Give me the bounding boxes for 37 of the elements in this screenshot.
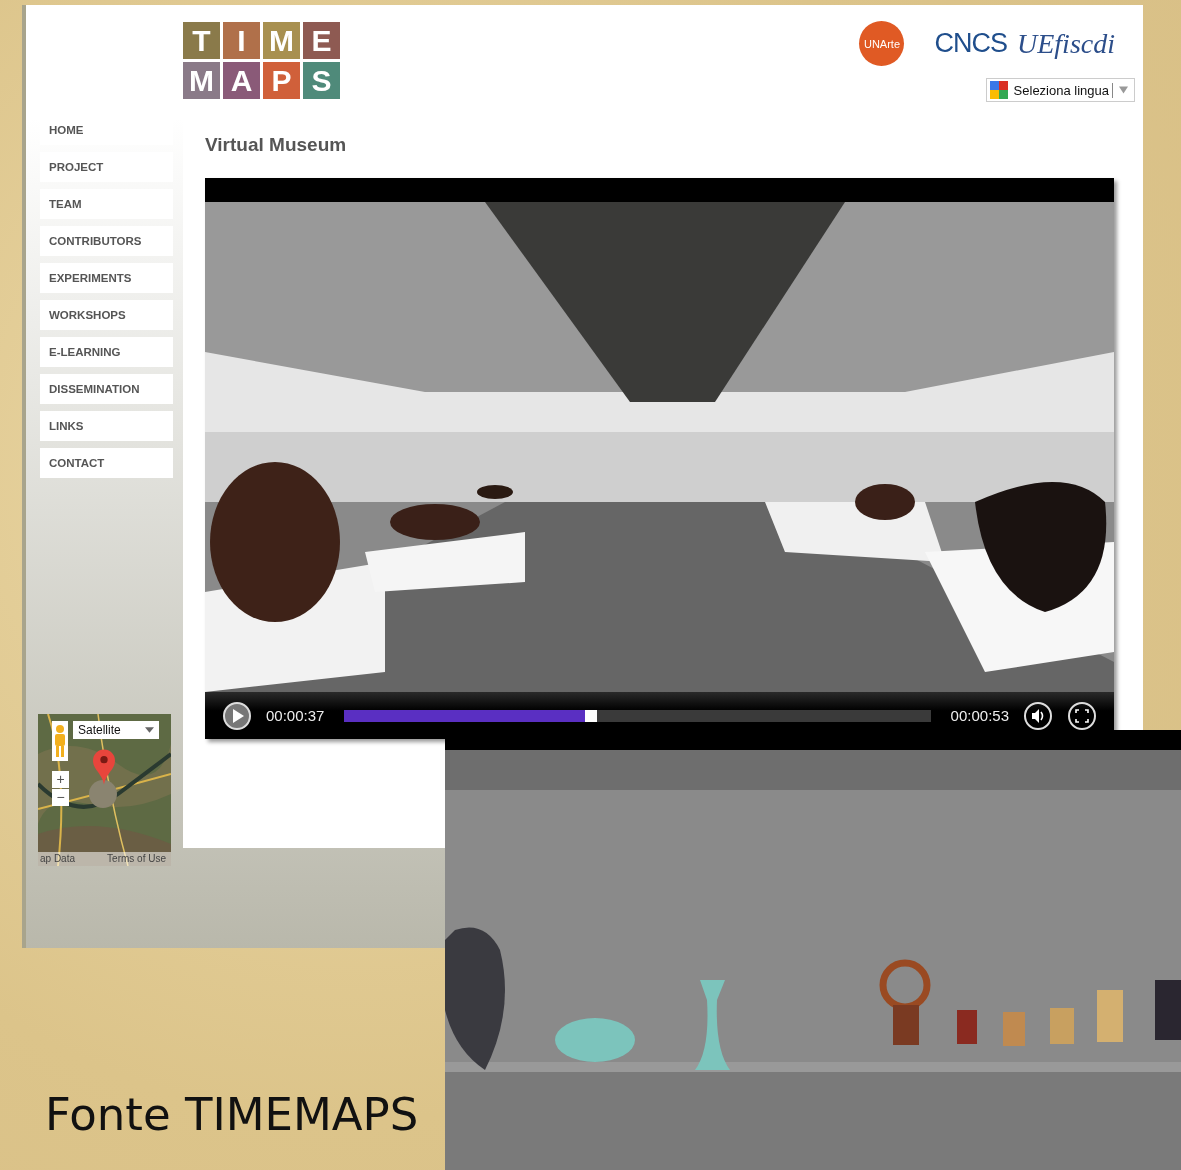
map-attribution-link[interactable]: Terms of Use xyxy=(107,852,166,866)
nav-link[interactable]: WORKSHOPS xyxy=(40,300,173,330)
logo-tile: S xyxy=(303,62,340,99)
nav-link[interactable]: PROJECT xyxy=(40,152,173,182)
play-button[interactable] xyxy=(222,700,252,731)
caption: Fonte TIMEMAPS xyxy=(45,1088,419,1141)
partner-logo: UNArte xyxy=(859,21,905,66)
duration-time: 00:00:53 xyxy=(950,707,1009,724)
partner-logo: UEfiscdi xyxy=(1017,27,1115,60)
logo-tile: I xyxy=(223,22,260,59)
elapsed-time: 00:00:37 xyxy=(266,707,325,724)
language-select[interactable]: Seleziona lingua xyxy=(985,78,1135,102)
zoom-out-button[interactable]: − xyxy=(52,789,69,806)
logo-tile: T xyxy=(183,22,220,59)
map-type-select[interactable]: Satellite xyxy=(73,721,159,739)
logo-tile: M xyxy=(183,62,220,99)
partner-logo: CNCS xyxy=(934,28,1007,59)
logo-tile: M xyxy=(263,22,300,59)
page-title: Virtual Museum xyxy=(205,134,348,157)
zoom-in-button[interactable]: + xyxy=(52,771,69,788)
volume-button[interactable] xyxy=(1023,700,1053,731)
nav-link[interactable]: EXPERIMENTS xyxy=(40,263,173,293)
nav-link[interactable]: CONTACT xyxy=(40,448,173,478)
nav-link[interactable]: CONTRIBUTORS xyxy=(40,226,173,256)
nav-link[interactable]: DISSEMINATION xyxy=(40,374,173,404)
logo-tile: E xyxy=(303,22,340,59)
caret-icon xyxy=(1119,86,1128,94)
location-pin-icon xyxy=(93,749,115,785)
caret-icon xyxy=(145,727,154,733)
nav-link[interactable]: LINKS xyxy=(40,411,173,441)
logo-tile: A xyxy=(223,62,260,99)
nav-link[interactable]: E-LEARNING xyxy=(40,337,173,367)
nav-link[interactable]: TEAM xyxy=(40,189,173,219)
map-attribution-link[interactable]: ap Data xyxy=(40,852,76,866)
fullscreen-button[interactable] xyxy=(1067,700,1097,731)
logo-tile: P xyxy=(263,62,300,99)
translate-icon xyxy=(989,81,1008,99)
